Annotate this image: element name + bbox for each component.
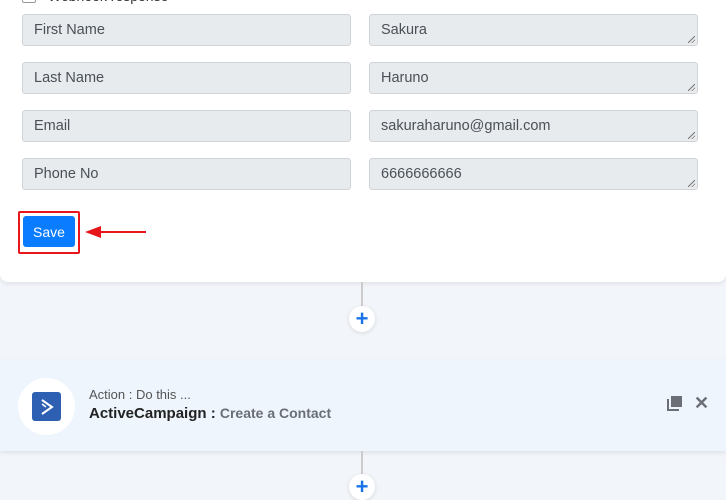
action-event: Create a Contact [219, 405, 332, 421]
email-label-field: Email [22, 110, 351, 142]
connector-line [361, 451, 363, 475]
action-subtitle: Action : Do this ... [89, 387, 191, 402]
close-icon[interactable]: ✕ [694, 393, 709, 414]
add-step-button[interactable]: + [349, 474, 375, 500]
save-button[interactable]: Save [23, 216, 75, 247]
action-app-name: ActiveCampaign : [89, 405, 216, 422]
phone-value: 6666666666 [381, 166, 462, 182]
resize-grip-icon[interactable] [688, 84, 695, 91]
pointer-arrow-icon [85, 226, 146, 238]
plus-icon: + [355, 306, 369, 331]
resize-grip-icon[interactable] [688, 132, 695, 139]
phone-label-field: Phone No [22, 158, 351, 190]
email-value-field[interactable]: sakuraharuno@gmail.com [369, 110, 698, 142]
first-name-value-field[interactable]: Sakura [369, 14, 698, 46]
first-name-label-field: First Name [22, 14, 351, 46]
activecampaign-logo-icon [32, 392, 61, 421]
plus-icon: + [355, 474, 369, 499]
connector-line [361, 282, 363, 308]
add-step-button[interactable]: + [349, 306, 375, 332]
webhook-response-option[interactable]: Webhook response [22, 0, 168, 4]
last-name-label-field: Last Name [22, 62, 351, 94]
phone-value-field[interactable]: 6666666666 [369, 158, 698, 190]
webhook-label: Webhook response [48, 0, 168, 4]
resize-grip-icon[interactable] [688, 36, 695, 43]
save-highlight-box: Save [18, 211, 80, 254]
email-value: sakuraharuno@gmail.com [381, 118, 551, 134]
webhook-checkbox[interactable] [22, 0, 36, 3]
last-name-value: Haruno [381, 70, 429, 86]
first-name-value: Sakura [381, 22, 427, 38]
action-title: ActiveCampaign : Create a Contact [89, 405, 331, 422]
copy-icon[interactable] [667, 395, 683, 411]
resize-grip-icon[interactable] [688, 180, 695, 187]
app-logo-badge [18, 378, 75, 435]
action-step-card[interactable]: Action : Do this ... ActiveCampaign : Cr… [0, 359, 726, 451]
last-name-value-field[interactable]: Haruno [369, 62, 698, 94]
